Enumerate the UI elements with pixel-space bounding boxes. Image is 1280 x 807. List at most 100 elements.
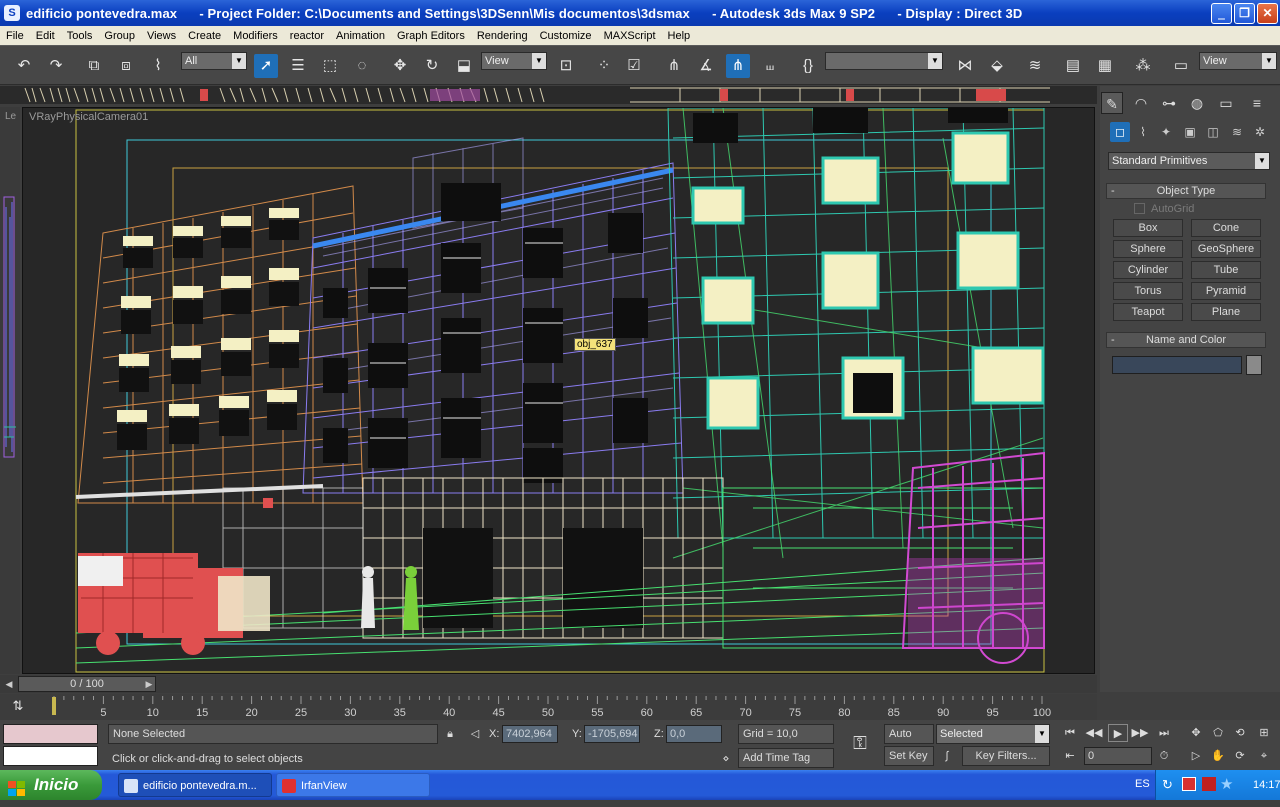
snap-toggle-icon[interactable]: ⋔ <box>662 54 686 78</box>
cameras-icon[interactable]: ▣ <box>1180 122 1200 142</box>
maxscript-listener-top[interactable] <box>3 724 98 744</box>
menu-reactor[interactable]: reactor <box>284 30 330 42</box>
primitive-category-dropdown[interactable]: Standard Primitives ▼ <box>1108 152 1270 170</box>
key-filters-button[interactable]: Key Filters... <box>962 746 1050 766</box>
z-coordinate-field[interactable]: 0,0 <box>666 725 722 743</box>
menu-create[interactable]: Create <box>182 30 227 42</box>
time-next-icon[interactable]: ▶ <box>143 677 155 691</box>
spinner-snap-icon[interactable]: ⧢ <box>758 54 782 78</box>
curve-editor-icon[interactable]: ▤ <box>1061 54 1085 78</box>
bind-space-warp-icon[interactable]: ⌇ <box>146 54 170 78</box>
align-icon[interactable]: ⬙ <box>985 54 1009 78</box>
menu-help[interactable]: Help <box>662 30 697 42</box>
render-scene-icon[interactable]: ▭ <box>1169 54 1193 78</box>
key-mode-toggle-icon[interactable]: ⇤ <box>1060 747 1080 765</box>
angle-snap-icon[interactable]: ∡ <box>694 54 718 78</box>
menu-tools[interactable]: Tools <box>61 30 99 42</box>
add-time-tag-button[interactable]: Add Time Tag <box>738 748 834 768</box>
utilities-tab-icon[interactable]: ≡ <box>1246 92 1268 114</box>
task-3dsmax[interactable]: edificio pontevedra.m... <box>118 773 272 797</box>
space-warps-icon[interactable]: ≋ <box>1227 122 1247 142</box>
current-frame-marker[interactable] <box>52 697 56 715</box>
language-indicator[interactable]: ES <box>1135 778 1150 790</box>
close-button[interactable]: ✕ <box>1257 3 1278 24</box>
autogrid-checkbox[interactable]: AutoGrid <box>1134 203 1194 215</box>
motion-tab-icon[interactable]: ◍ <box>1186 92 1208 114</box>
set-key-button[interactable]: Set Key <box>884 746 934 766</box>
default-in-out-tangents-icon[interactable]: ∫ <box>937 747 957 765</box>
cylinder-button[interactable]: Cylinder <box>1113 261 1183 279</box>
orbit-icon[interactable]: ⟲ <box>1230 724 1250 742</box>
maxscript-listener-bottom[interactable] <box>3 746 98 766</box>
3dsmax-app-icon[interactable]: S <box>4 5 20 21</box>
absolute-mode-icon[interactable]: ◁ <box>465 725 485 743</box>
pivot-center-icon[interactable]: ⊡ <box>554 54 578 78</box>
go-to-start-icon[interactable]: ⏮ <box>1060 724 1080 742</box>
redo-icon[interactable]: ↷ <box>44 54 68 78</box>
modify-tab-icon[interactable]: ◠ <box>1130 92 1152 114</box>
maximize-viewport-icon[interactable]: ⊞ <box>1254 724 1274 742</box>
select-by-name-icon[interactable]: ☰ <box>286 54 310 78</box>
roll-icon[interactable]: ⟳ <box>1230 747 1250 765</box>
cone-button[interactable]: Cone <box>1191 219 1261 237</box>
helpers-icon[interactable]: ◫ <box>1203 122 1223 142</box>
menu-maxscript[interactable]: MAXScript <box>598 30 662 42</box>
task-irfanview[interactable]: IrfanView <box>276 773 430 797</box>
time-tag-icon[interactable]: ⋄ <box>716 750 736 768</box>
menu-graph-editors[interactable]: Graph Editors <box>391 30 471 42</box>
render-view-dropdown[interactable]: View ▼ <box>1199 52 1277 70</box>
named-selection-sets-dropdown[interactable]: ▼ <box>825 52 943 70</box>
geometry-icon[interactable]: ◻ <box>1110 122 1130 142</box>
auto-key-button[interactable]: Auto Key <box>884 724 934 758</box>
time-configuration-icon[interactable]: ⏱ <box>1154 747 1174 765</box>
material-editor-icon[interactable]: ⁂ <box>1131 54 1155 78</box>
current-frame-field[interactable]: 0 <box>1084 747 1152 765</box>
x-coordinate-field[interactable]: 7402,964 <box>502 725 558 743</box>
object-type-rollout-header[interactable]: - Object Type <box>1106 183 1266 199</box>
hierarchy-tab-icon[interactable]: ⊶ <box>1158 92 1180 114</box>
play-icon[interactable]: ▶ <box>1108 724 1128 742</box>
maximize-button[interactable]: ❐ <box>1234 3 1255 24</box>
menu-group[interactable]: Group <box>98 30 141 42</box>
next-frame-icon[interactable]: ▶▶ <box>1130 724 1150 742</box>
window-crossing-icon[interactable]: ◌ <box>350 54 374 78</box>
lights-icon[interactable]: ✦ <box>1156 122 1176 142</box>
unlink-icon[interactable]: ⧈ <box>114 54 138 78</box>
teapot-button[interactable]: Teapot <box>1113 303 1183 321</box>
select-scale-icon[interactable]: ⬓ <box>452 54 476 78</box>
link-icon[interactable]: ⧉ <box>82 54 106 78</box>
hand-pan-icon[interactable]: ✋ <box>1208 747 1228 765</box>
object-color-swatch[interactable] <box>1246 355 1262 375</box>
previous-frame-icon[interactable]: ◀◀ <box>1084 724 1104 742</box>
key-mode-dropdown[interactable]: Selected ▼ <box>936 724 1050 744</box>
object-name-field[interactable] <box>1112 356 1242 374</box>
select-object-icon[interactable]: ➚ <box>254 54 278 78</box>
y-coordinate-field[interactable]: -1705,694 <box>584 725 640 743</box>
pyramid-button[interactable]: Pyramid <box>1191 282 1261 300</box>
select-manipulate-icon[interactable]: ⁘ <box>592 54 616 78</box>
go-to-end-icon[interactable]: ⏭ <box>1154 724 1174 742</box>
menu-file[interactable]: File <box>0 30 30 42</box>
clock[interactable]: 14:17 <box>1253 779 1280 791</box>
menu-customize[interactable]: Customize <box>534 30 598 42</box>
select-move-icon[interactable]: ✥ <box>388 54 412 78</box>
time-slider[interactable]: ◀ 0 / 100 ▶ <box>6 676 156 692</box>
rectangular-selection-icon[interactable]: ⬚ <box>318 54 342 78</box>
menu-rendering[interactable]: Rendering <box>471 30 534 42</box>
menu-views[interactable]: Views <box>141 30 182 42</box>
set-key-icon[interactable]: ⚿ <box>846 734 874 752</box>
network-icon[interactable]: ↻ <box>1162 777 1173 793</box>
start-button[interactable]: Inicio <box>0 770 102 800</box>
viewport-camera-label[interactable]: VRayPhysicalCamera01 <box>29 111 148 123</box>
dolly-icon[interactable]: ▷ <box>1186 747 1206 765</box>
undo-icon[interactable]: ↶ <box>12 54 36 78</box>
star-icon[interactable]: ★ <box>1220 775 1233 793</box>
tube-button[interactable]: Tube <box>1191 261 1261 279</box>
box-button[interactable]: Box <box>1113 219 1183 237</box>
zoom-extents-icon[interactable]: ⌖ <box>1254 747 1274 765</box>
lock-selection-icon[interactable]: 🔒︎ <box>440 725 460 743</box>
percent-snap-icon[interactable]: ⋔ <box>726 54 750 78</box>
select-rotate-icon[interactable]: ↻ <box>420 54 444 78</box>
field-of-view-icon[interactable]: ⬠ <box>1208 724 1228 742</box>
sphere-button[interactable]: Sphere <box>1113 240 1183 258</box>
